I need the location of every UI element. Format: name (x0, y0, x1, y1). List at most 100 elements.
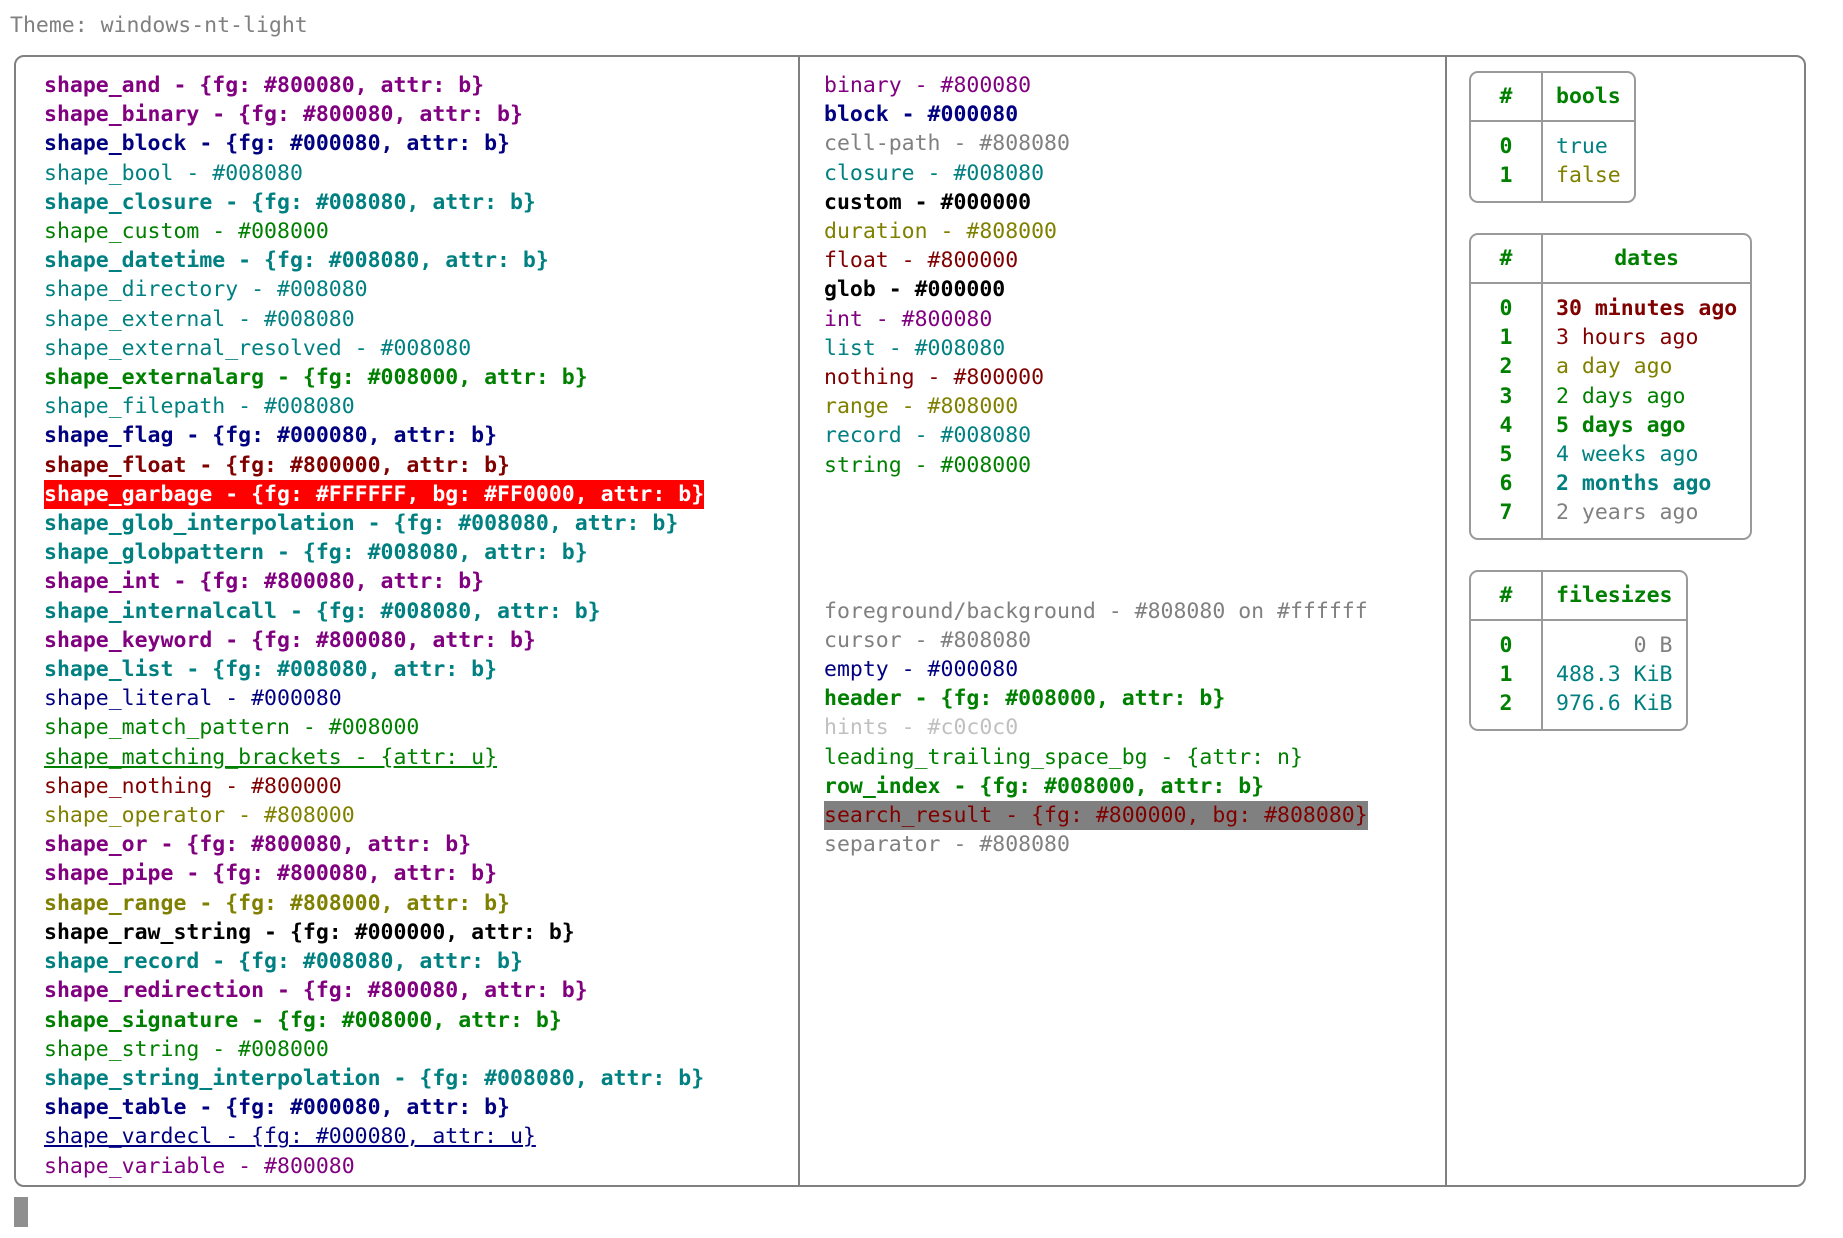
ui-style-entry: search_result - {fg: #800000, bg: #80808… (824, 801, 1368, 831)
table-row: 6 2 months ago (1471, 469, 1750, 499)
row-value: a day ago (1556, 354, 1673, 380)
type-entry: record - #008080 (824, 423, 1032, 449)
shape-entry: shape_external_resolved - #008080 (44, 335, 472, 361)
table-filesizes: # filesizes 0 0 B 1 488.3 KiB 2 976.6 KiB (1469, 569, 1688, 731)
scrollbar-thumb[interactable] (14, 1197, 28, 1227)
table-row: 1 3 hours ago (1471, 323, 1750, 353)
type-entry: block - #000080 (824, 102, 1019, 128)
row-value: 30 minutes ago (1556, 296, 1738, 322)
table-row: 1 488.3 KiB (1471, 660, 1686, 690)
shape-entry: shape_match_pattern - #008000 (44, 715, 420, 741)
shape-entry: shape_filepath - #008080 (44, 394, 355, 420)
row-index: 3 (1471, 381, 1543, 411)
shape-entry: shape_list - {fg: #008080, attr: b} (44, 657, 498, 683)
shape-entry: shape_redirection - {fg: #800080, attr: … (44, 978, 588, 1004)
type-entry: custom - #000000 (824, 189, 1032, 215)
shape-entry: shape_operator - #808000 (44, 803, 355, 829)
column-header-index: # (1471, 234, 1543, 284)
shape-entry: shape_custom - #008000 (44, 219, 329, 245)
shape-entry: shape_matching_brackets - {attr: u} (44, 744, 498, 770)
shape-entry: shape_table - {fg: #000080, attr: b} (44, 1095, 510, 1121)
row-value: 2 years ago (1556, 500, 1699, 526)
row-index: 1 (1471, 161, 1543, 201)
shape-entry: shape_signature - {fg: #008000, attr: b} (44, 1007, 562, 1033)
row-value: 976.6 KiB (1556, 691, 1673, 717)
ui-style-entry: header - {fg: #008000, attr: b} (824, 686, 1226, 712)
shape-entry: shape_keyword - {fg: #800080, attr: b} (44, 627, 536, 653)
shape-entry: shape_globpattern - {fg: #008080, attr: … (44, 540, 588, 566)
theme-preview-panel: shape_and - {fg: #800080, attr: b} shape_… (14, 55, 1806, 1187)
line-row: shape_garbage - {fg: #FFFFFF, bg: #FF000… (44, 479, 798, 510)
table-row: 0 30 minutes ago (1471, 283, 1750, 324)
type-entry: nothing - #800000 (824, 365, 1045, 391)
shape-entry: shape_or - {fg: #800080, attr: b} (44, 832, 472, 858)
shape-entry: shape_range - {fg: #808000, attr: b} (44, 890, 510, 916)
shape-entry: shape_vardecl - {fg: #000080, attr: u} (44, 1124, 536, 1150)
ui-style-entry: foreground/background - #808080 on #ffff… (824, 598, 1368, 624)
row-index: 6 (1471, 469, 1543, 499)
line-row: search_result - {fg: #800000, bg: #80808… (824, 801, 1445, 831)
types-column: binary - #800080 block - #000080 cell-path… (800, 57, 1445, 1185)
type-entry: glob - #000000 (824, 277, 1006, 303)
row-value: 0 B (1633, 633, 1673, 659)
shape-entry: shape_pipe - {fg: #800080, attr: b} (44, 861, 498, 887)
row-value: 488.3 KiB (1556, 662, 1673, 688)
table-row: 0 0 B (1471, 620, 1686, 661)
table-row: 1 false (1471, 161, 1634, 201)
shape-entry: shape_record - {fg: #008080, attr: b} (44, 949, 523, 975)
tables-column: # bools 0 true 1 false # dates 0 30 minutes ago 1 3… (1447, 57, 1804, 1185)
shape-entry: shape_variable - #800080 (44, 1153, 355, 1179)
row-value: 5 days ago (1556, 412, 1686, 438)
type-entry: string - #008000 (824, 452, 1032, 478)
table-row: 2 976.6 KiB (1471, 689, 1686, 729)
row-index: 7 (1471, 498, 1543, 538)
type-entry: duration - #808000 (824, 219, 1057, 245)
row-value: true (1556, 134, 1608, 160)
row-index: 0 (1471, 121, 1543, 162)
row-index: 2 (1471, 352, 1543, 382)
ui-style-entry: empty - #000080 (824, 657, 1019, 682)
shape-entry: shape_directory - #008080 (44, 277, 368, 303)
shape-entry: shape_garbage - {fg: #FFFFFF, bg: #FF000… (44, 479, 705, 510)
row-value: 2 months ago (1556, 471, 1712, 497)
row-value: false (1556, 163, 1621, 189)
row-index: 0 (1471, 620, 1543, 661)
shape-entry: shape_binary - {fg: #800080, attr: b} (44, 102, 523, 128)
shape-entry: shape_externalarg - {fg: #008000, attr: … (44, 365, 588, 391)
ui-style-entry: row_index - {fg: #008000, attr: b} (824, 773, 1265, 799)
row-index: 4 (1471, 410, 1543, 441)
shape-entry: shape_datetime - {fg: #008080, attr: b} (44, 248, 549, 274)
type-entry: int - #800080 (824, 306, 993, 332)
column-header-value: filesizes (1556, 582, 1673, 608)
row-index: 5 (1471, 440, 1543, 470)
type-entry: range - #808000 (824, 394, 1019, 420)
row-index: 1 (1471, 323, 1543, 353)
column-header-value: dates (1614, 245, 1679, 271)
type-entry: binary - #800080 (824, 73, 1032, 98)
column-header-index: # (1471, 571, 1543, 621)
table-bools: # bools 0 true 1 false (1469, 71, 1636, 203)
shape-entry: shape_bool - #008080 (44, 160, 303, 186)
type-entry: cell-path - #808080 (824, 131, 1070, 157)
ui-style-entry: hints - #c0c0c0 (824, 715, 1019, 741)
vertical-gap (824, 480, 1445, 509)
vertical-gap (824, 567, 1445, 596)
theme-label: Theme: windows-nt-light (10, 13, 308, 38)
shape-entry: shape_and - {fg: #800080, attr: b} (44, 73, 485, 98)
table-row: 7 2 years ago (1471, 498, 1750, 538)
row-index: 2 (1471, 689, 1543, 729)
table-row: 4 5 days ago (1471, 410, 1750, 441)
row-index: 1 (1471, 660, 1543, 690)
table-row: 0 true (1471, 121, 1634, 162)
ui-style-entry: cursor - #808080 (824, 627, 1032, 653)
ui-style-entry: leading_trailing_space_bg - {attr: n} (824, 744, 1303, 770)
column-header-index: # (1471, 73, 1543, 122)
shape-entry: shape_flag - {fg: #000080, attr: b} (44, 423, 498, 449)
shape-entry: shape_float - {fg: #800000, attr: b} (44, 452, 510, 478)
shapes-column: shape_and - {fg: #800080, attr: b} shape_… (16, 57, 798, 1185)
table-row: 3 2 days ago (1471, 381, 1750, 411)
shape-entry: shape_string - #008000 (44, 1036, 329, 1062)
row-value: 4 weeks ago (1556, 442, 1699, 468)
shape-entry: shape_external - #008080 (44, 306, 355, 332)
row-value: 2 days ago (1556, 383, 1686, 409)
